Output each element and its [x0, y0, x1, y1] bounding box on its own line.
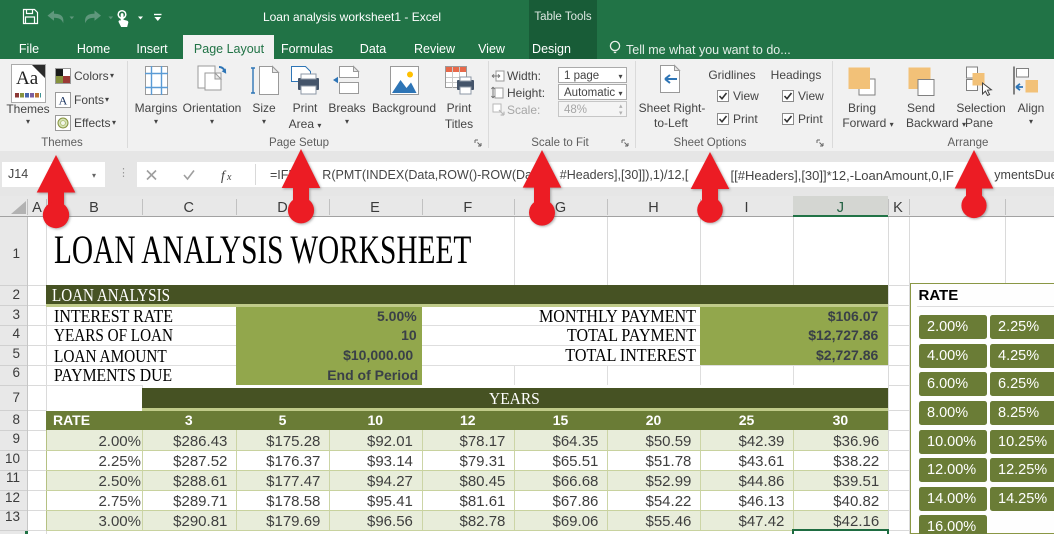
svg-text:A: A	[59, 94, 68, 108]
svg-text:x: x	[226, 172, 232, 183]
